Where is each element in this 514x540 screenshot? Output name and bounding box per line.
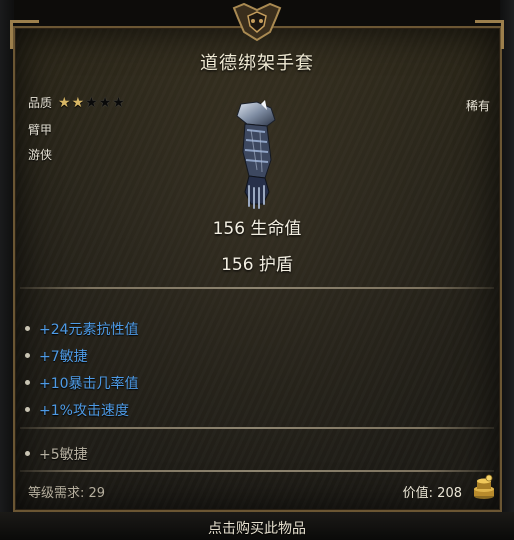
divider [20, 427, 494, 429]
modifier-item: +1%攻击速度 [25, 396, 139, 423]
buy-item-button[interactable]: 点击购买此物品 [0, 518, 514, 538]
item-name: 道德绑架手套 [200, 53, 314, 74]
divider [20, 287, 494, 289]
health-stat: 156 生命值 [212, 219, 302, 239]
modifier-text: +5敏捷 [39, 446, 88, 463]
modifier-text: +10暴击几率值 [39, 375, 139, 392]
crest-ornament-icon [232, 2, 282, 42]
star-empty-icon: ★ [85, 94, 98, 111]
quality-row: 品质 ★ ★ ★ ★ ★ [28, 94, 125, 111]
star-empty-icon: ★ [112, 94, 125, 111]
modifier-item: +7敏捷 [25, 342, 139, 369]
frame-corner-top-left [10, 20, 39, 49]
extra-modifier-list: +5敏捷 [25, 440, 88, 467]
bullet-icon [25, 380, 30, 385]
star-filled-icon: ★ [58, 94, 71, 111]
modifier-text: +24元素抗性值 [39, 321, 139, 338]
coin-stack-icon [474, 474, 494, 499]
star-empty-icon: ★ [98, 94, 112, 111]
gauntlet-icon [236, 100, 276, 209]
frame-corner-top-right [475, 20, 504, 49]
modifier-item: +10暴击几率值 [25, 369, 139, 396]
divider [20, 470, 494, 472]
bullet-icon [25, 353, 30, 358]
modifier-item: +5敏捷 [25, 440, 88, 467]
bullet-icon [25, 451, 30, 456]
modifier-item: +24元素抗性值 [25, 315, 139, 342]
modifier-list: +24元素抗性值 +7敏捷 +10暴击几率值 +1%攻击速度 [25, 315, 139, 423]
item-price: 价值: 208 [402, 486, 462, 501]
bullet-icon [25, 407, 30, 412]
modifier-text: +1%攻击速度 [39, 402, 129, 419]
item-rarity: 稀有 [465, 99, 490, 113]
shield-stat: 156 护盾 [221, 255, 293, 275]
quality-stars: ★ ★ ★ ★ ★ [58, 95, 125, 111]
item-class: 游侠 [28, 148, 53, 162]
bullet-icon [25, 326, 30, 331]
star-filled-icon: ★ [71, 94, 85, 111]
level-requirement: 等级需求: 29 [28, 486, 106, 501]
modifier-text: +7敏捷 [39, 348, 88, 365]
quality-label: 品质 [28, 96, 53, 110]
item-slot: 臂甲 [28, 123, 53, 137]
